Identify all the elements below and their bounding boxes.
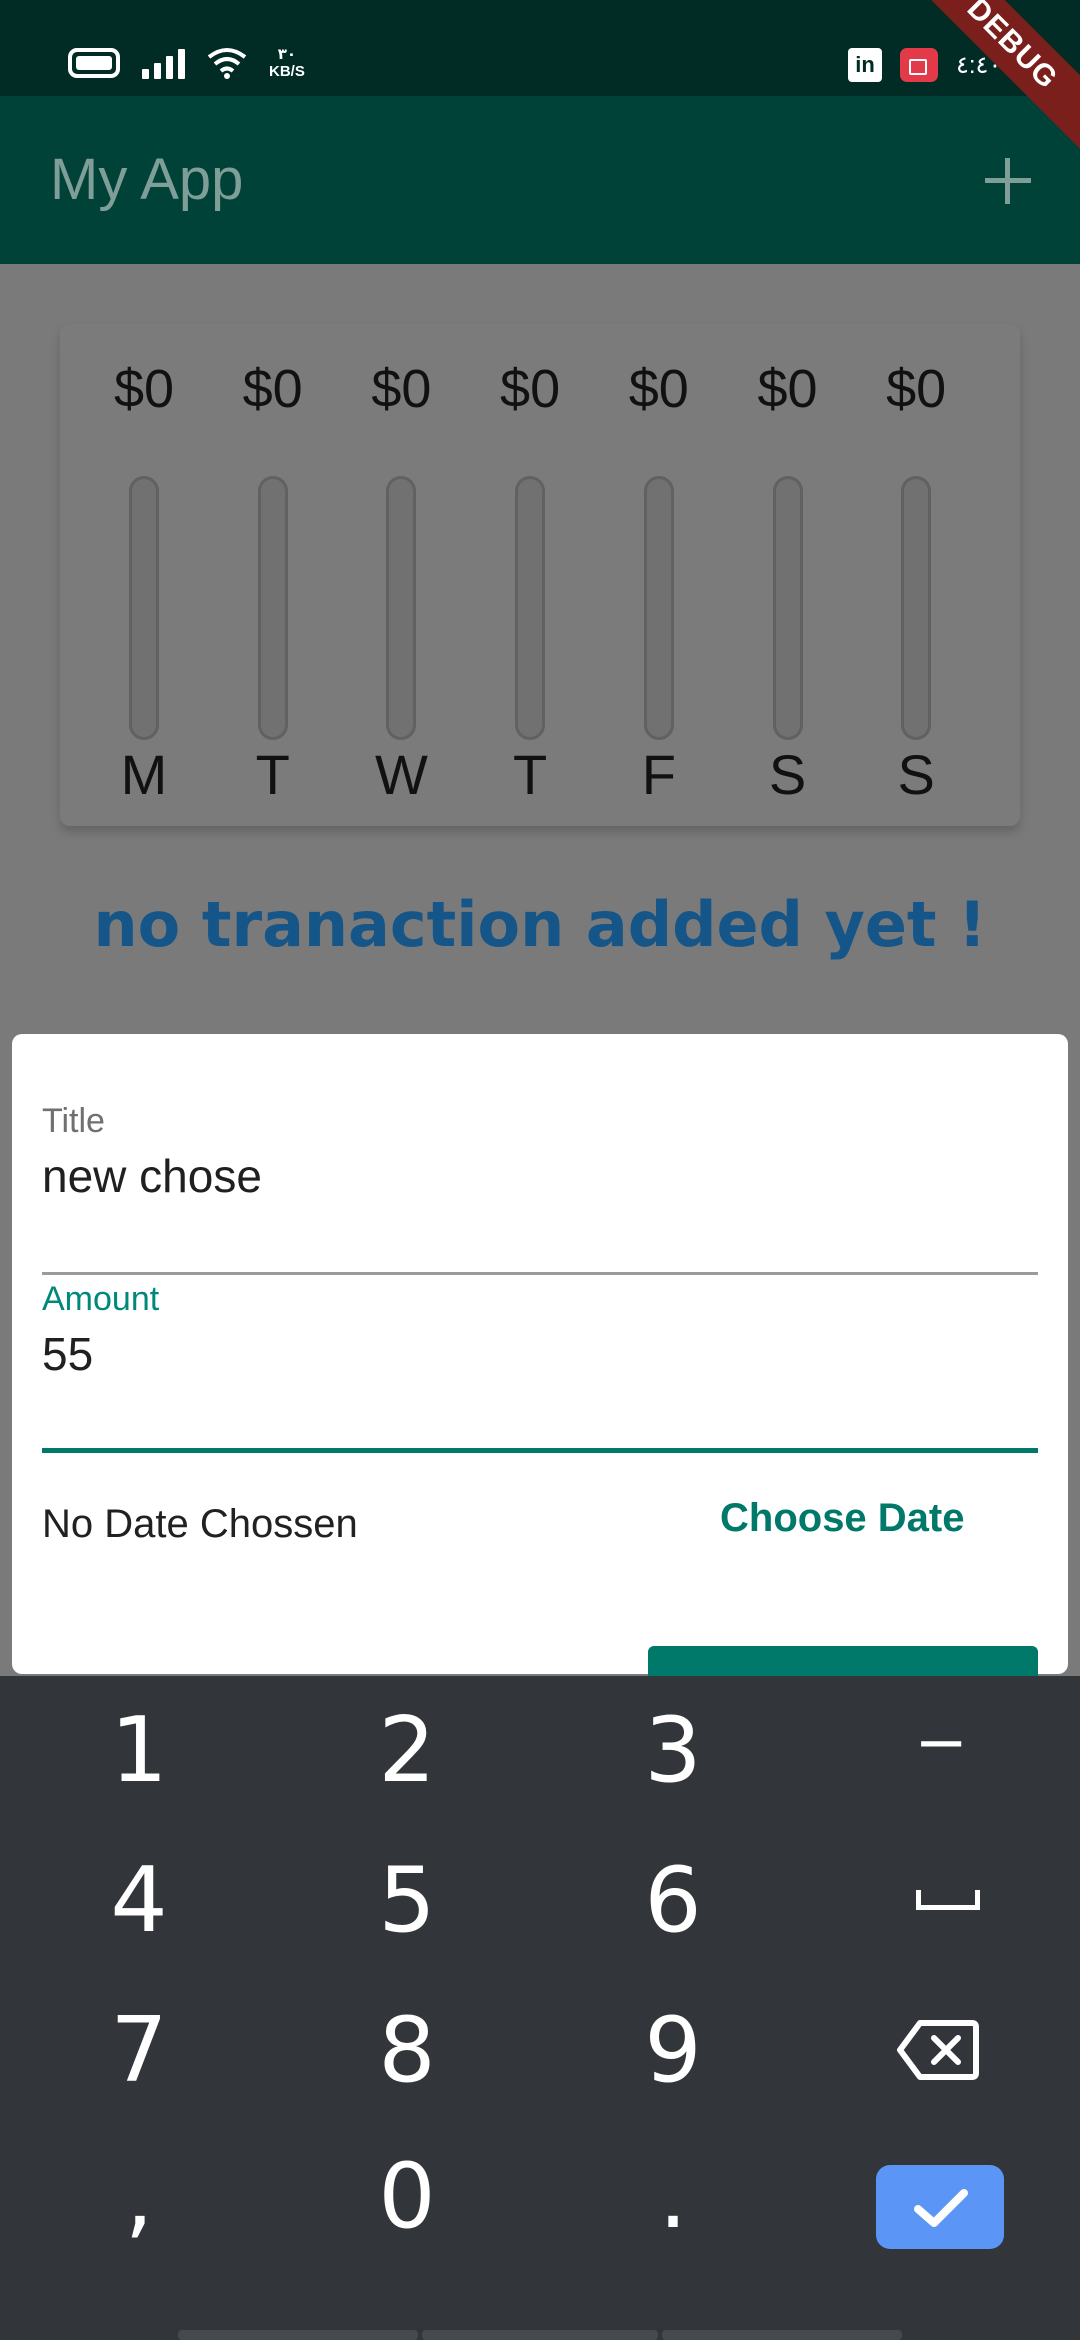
- title-field[interactable]: Title new chose: [42, 1102, 1038, 1275]
- new-transaction-sheet: Title new chose Amount 55 No Date Chosse…: [12, 1034, 1068, 1674]
- title-input[interactable]: new chose: [42, 1149, 1038, 1203]
- chart-bar-3: $0 T: [466, 358, 594, 806]
- backspace-icon: [897, 2020, 979, 2080]
- selected-date-text: No Date Chossen: [42, 1502, 358, 1546]
- nav-bar-segment: [178, 2330, 418, 2340]
- key-minus[interactable]: −: [806, 1668, 1076, 1818]
- key-6[interactable]: 6: [538, 1826, 808, 1976]
- key-5[interactable]: 5: [272, 1826, 542, 1976]
- weekly-chart-card: $0 M $0 T $0 W $0 T $0 F $0 S $0 S: [60, 324, 1020, 826]
- chart-bar-track: [515, 476, 546, 740]
- chart-bar-5: $0 S: [724, 358, 852, 806]
- chart-bar-track: [901, 476, 932, 740]
- chart-bar-day: S: [897, 743, 935, 806]
- key-7[interactable]: 7: [4, 1976, 274, 2126]
- choose-date-button[interactable]: Choose Date: [720, 1496, 965, 1541]
- chart-bar-amount: $0: [628, 359, 689, 419]
- key-backspace[interactable]: [806, 1976, 1076, 2126]
- key-space[interactable]: [806, 1826, 1076, 1976]
- chart-bar-track: [386, 476, 417, 740]
- key-9[interactable]: 9: [538, 1976, 808, 2126]
- space-icon: [916, 1890, 980, 1910]
- chart-bar-amount: $0: [500, 359, 561, 419]
- net-speed: ٣٠ KB/S: [269, 46, 305, 80]
- signal-icon: [142, 47, 185, 79]
- key-period[interactable]: .: [538, 2122, 808, 2272]
- page-title: My App: [50, 147, 244, 212]
- amount-input[interactable]: 55: [42, 1327, 1038, 1381]
- key-8[interactable]: 8: [272, 1976, 542, 2126]
- app-bar: My App: [0, 96, 1080, 264]
- key-1[interactable]: 1: [4, 1676, 274, 1826]
- chart-bar-2: $0 W: [337, 358, 465, 806]
- chart-bar-amount: $0: [113, 359, 175, 419]
- done-key[interactable]: [876, 2165, 1004, 2249]
- key-4[interactable]: 4: [4, 1826, 274, 1976]
- status-icons-right: in ٤:٤٠: [848, 48, 1001, 82]
- chart-bar-day: S: [768, 743, 807, 806]
- chart-bar-track: [257, 476, 288, 740]
- title-field-underline: [42, 1272, 1038, 1275]
- linkedin-icon: in: [848, 48, 882, 82]
- chart-bar-day: W: [374, 743, 428, 806]
- chart-bar-amount: $0: [886, 359, 947, 419]
- chart-bar-track: [643, 476, 674, 740]
- chart-bar-amount: $0: [371, 359, 432, 419]
- check-icon: [914, 2189, 968, 2227]
- chart-bar-day: T: [512, 743, 548, 806]
- chart-bar-1: $0 T: [209, 358, 337, 806]
- nav-bar-segment: [422, 2330, 658, 2340]
- title-field-label: Title: [42, 1102, 105, 1140]
- chart-bar-amount: $0: [757, 359, 818, 419]
- add-transaction-button[interactable]: [983, 156, 1033, 206]
- chart-bar-amount: $0: [242, 359, 303, 419]
- key-3[interactable]: 3: [538, 1676, 808, 1826]
- chart-bar-day: M: [120, 743, 168, 806]
- net-speed-unit: KB/S: [269, 63, 305, 80]
- key-0[interactable]: 0: [272, 2122, 542, 2272]
- chart-bar-track: [772, 476, 803, 740]
- battery-icon: [68, 48, 120, 78]
- amount-field[interactable]: Amount 55: [42, 1280, 1038, 1453]
- chart-bar-day: T: [255, 743, 290, 806]
- key-comma[interactable]: ,: [4, 2122, 274, 2272]
- chart-bar-4: $0 F: [595, 358, 723, 806]
- status-bar: ٣٠ KB/S in ٤:٤٠: [0, 0, 1080, 96]
- nav-bar-segment: [662, 2330, 902, 2340]
- net-speed-value: ٣٠: [277, 46, 297, 63]
- chart-bar-0: $0 M: [80, 358, 208, 806]
- screen-record-icon: [900, 48, 938, 82]
- key-2[interactable]: 2: [272, 1676, 542, 1826]
- amount-field-underline: [42, 1448, 1038, 1453]
- wifi-icon: [207, 48, 247, 79]
- empty-transactions-message: no tranaction added yet !: [93, 888, 987, 961]
- amount-field-label: Amount: [42, 1280, 160, 1318]
- chart-bar-6: $0 S: [852, 358, 980, 806]
- status-icons-left: ٣٠ KB/S: [68, 46, 305, 80]
- chart-bar-track: [129, 476, 159, 740]
- chart-bar-day: F: [641, 743, 676, 806]
